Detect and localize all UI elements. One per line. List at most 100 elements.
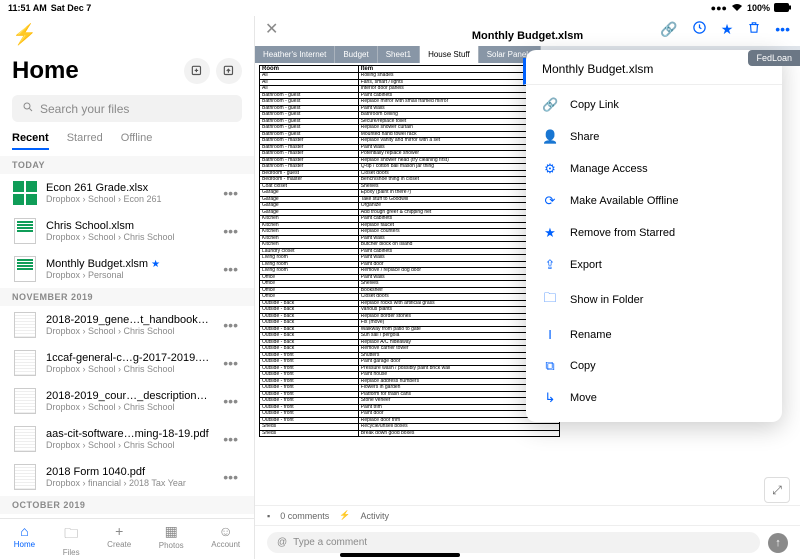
nav-home[interactable]: ⌂Home: [14, 523, 35, 557]
file-more-button[interactable]: •••: [219, 431, 242, 447]
file-path: Dropbox › School › Chris School: [46, 364, 211, 374]
nav-create[interactable]: +Create: [107, 523, 131, 557]
menu-icon: ⇪: [542, 257, 558, 273]
preview-title: Monthly Budget.xlsm: [472, 30, 583, 42]
create-icon: +: [115, 523, 123, 539]
file-name: 1ccaf-general-c…g-2017-2019.pdf: [46, 352, 211, 364]
file-thumb-icon: [12, 180, 38, 206]
file-name: Econ 261 Grade.xlsx: [46, 182, 211, 194]
menu-label: Move: [570, 392, 597, 404]
file-row[interactable]: 2018 Form 1040.pdfDropbox › financial › …: [0, 458, 254, 496]
sheet-tab[interactable]: Heather's Internet: [255, 46, 335, 63]
file-more-button[interactable]: •••: [219, 185, 242, 201]
history-icon[interactable]: [692, 20, 707, 38]
file-thumb-icon: [12, 464, 38, 490]
file-more-button[interactable]: •••: [219, 469, 242, 485]
table-row[interactable]: ShedsBreak down good boxes: [260, 430, 560, 437]
battery-icon: [774, 3, 792, 14]
file-name: aas-cit-software…ming-18-19.pdf: [46, 428, 211, 440]
fedloan-pill[interactable]: FedLoan: [748, 50, 800, 66]
menu-label: Copy Link: [570, 99, 619, 111]
send-button[interactable]: ↑: [768, 533, 788, 553]
nav-label: Files: [63, 548, 80, 557]
create-folder-button[interactable]: [184, 58, 210, 84]
comment-placeholder: Type a comment: [293, 537, 367, 548]
file-row[interactable]: 1ccaf-general-c…g-2017-2019.pdfDropbox ›…: [0, 344, 254, 382]
menu-label: Make Available Offline: [570, 195, 678, 207]
file-more-button[interactable]: •••: [219, 223, 242, 239]
menu-icon: I: [542, 327, 558, 342]
file-more-button[interactable]: •••: [219, 355, 242, 371]
home-indicator[interactable]: [340, 553, 460, 557]
search-icon: [22, 101, 34, 116]
files-icon: 🗀: [64, 523, 78, 547]
menu-icon: 🔗: [542, 97, 558, 113]
status-date: Sat Dec 7: [51, 3, 92, 13]
file-path: Dropbox › School › Chris School: [46, 440, 211, 450]
sheet-tab[interactable]: House Stuff: [420, 46, 479, 63]
file-row[interactable]: Monthly Budget.xlsm★Dropbox › Personal••…: [0, 250, 254, 288]
comment-input[interactable]: @ Type a comment: [267, 532, 760, 553]
file-thumb-icon: [12, 426, 38, 452]
nav-photos[interactable]: ▦Photos: [159, 523, 184, 557]
file-row[interactable]: Econ 261 Grade.xlsxDropbox › School › Ec…: [0, 174, 254, 212]
file-row[interactable]: Chris School.xlsmDropbox › School › Chri…: [0, 212, 254, 250]
trash-icon[interactable]: [747, 20, 761, 38]
status-bar: 11:51 AM Sat Dec 7 ●●● 100%: [0, 0, 800, 16]
menu-icon: 👤: [542, 129, 558, 145]
menu-item-copy[interactable]: ⧉Copy: [526, 350, 782, 382]
file-actions-popover: Monthly Budget.xlsm 🔗 Copy Link 👤Share⚙Man…: [526, 50, 782, 422]
section-header: TODAY: [0, 156, 254, 174]
sheet-tab[interactable]: Sheet1: [378, 46, 420, 63]
menu-label: Manage Access: [570, 163, 648, 175]
filter-tab-starred[interactable]: Starred: [67, 132, 103, 150]
link-icon[interactable]: 🔗: [660, 21, 677, 38]
file-path: Dropbox › financial › 2018 Tax Year: [46, 478, 211, 488]
menu-item-remove-from-starred[interactable]: ★Remove from Starred: [526, 217, 782, 249]
upload-button[interactable]: [216, 58, 242, 84]
search-input[interactable]: Search your files: [12, 95, 242, 122]
close-icon[interactable]: ✕: [265, 19, 278, 39]
sheet-tab[interactable]: Budget: [335, 46, 377, 63]
menu-item-export[interactable]: ⇪Export: [526, 249, 782, 281]
comments-count[interactable]: 0 comments: [280, 511, 329, 521]
file-row[interactable]: 2018-2019_cour…_descriptions.pdfDropbox …: [0, 382, 254, 420]
activity-icon: ⚡: [339, 510, 350, 521]
nav-files[interactable]: 🗀Files: [63, 523, 80, 557]
battery-pct: 100%: [747, 3, 770, 13]
file-more-button[interactable]: •••: [219, 317, 242, 333]
menu-item-rename[interactable]: IRename: [526, 319, 782, 350]
table-header: Room: [260, 66, 359, 73]
file-name: Chris School.xlsm: [46, 220, 211, 232]
star-icon[interactable]: ★: [721, 21, 734, 38]
file-preview-pane: ✕ 🔗 ★ ••• Monthly Budget.xlsm Heather's …: [255, 16, 800, 559]
nav-account[interactable]: ☺Account: [211, 523, 240, 557]
menu-icon: ★: [542, 225, 558, 241]
filter-tab-recent[interactable]: Recent: [12, 132, 49, 150]
filter-tab-offline[interactable]: Offline: [121, 132, 153, 150]
file-thumb-icon: [12, 218, 38, 244]
expand-button[interactable]: ⤢: [764, 477, 790, 503]
file-thumb-icon: [12, 312, 38, 338]
file-more-button[interactable]: •••: [219, 393, 242, 409]
section-header: NOVEMBER 2019: [0, 288, 254, 306]
menu-item-make-available-offline[interactable]: ⟳Make Available Offline: [526, 185, 782, 217]
menu-item-show-in-folder[interactable]: 🗀Show in Folder: [526, 281, 782, 319]
photos-icon: ▦: [165, 523, 178, 540]
activity-tab[interactable]: Activity: [360, 511, 389, 521]
menu-item-share[interactable]: 👤Share: [526, 121, 782, 153]
menu-item-manage-access[interactable]: ⚙Manage Access: [526, 153, 782, 185]
more-icon[interactable]: •••: [775, 21, 790, 37]
file-more-button[interactable]: •••: [219, 261, 242, 277]
section-header: OCTOBER 2019: [0, 496, 254, 514]
file-path: Dropbox › Personal: [46, 270, 211, 280]
sidebar: ⚡ Home Search your files RecentSt: [0, 16, 255, 559]
nav-label: Account: [211, 540, 240, 549]
menu-item-move[interactable]: ↳Move: [526, 382, 782, 414]
menu-item-copy-link[interactable]: 🔗 Copy Link: [526, 89, 782, 121]
file-thumb-icon: [12, 350, 38, 376]
popover-title: Monthly Budget.xlsm: [523, 58, 782, 85]
file-row[interactable]: aas-cit-software…ming-18-19.pdfDropbox ›…: [0, 420, 254, 458]
nav-label: Create: [107, 540, 131, 549]
file-row[interactable]: 2018-2019_gene…t_handbook.pdfDropbox › S…: [0, 306, 254, 344]
